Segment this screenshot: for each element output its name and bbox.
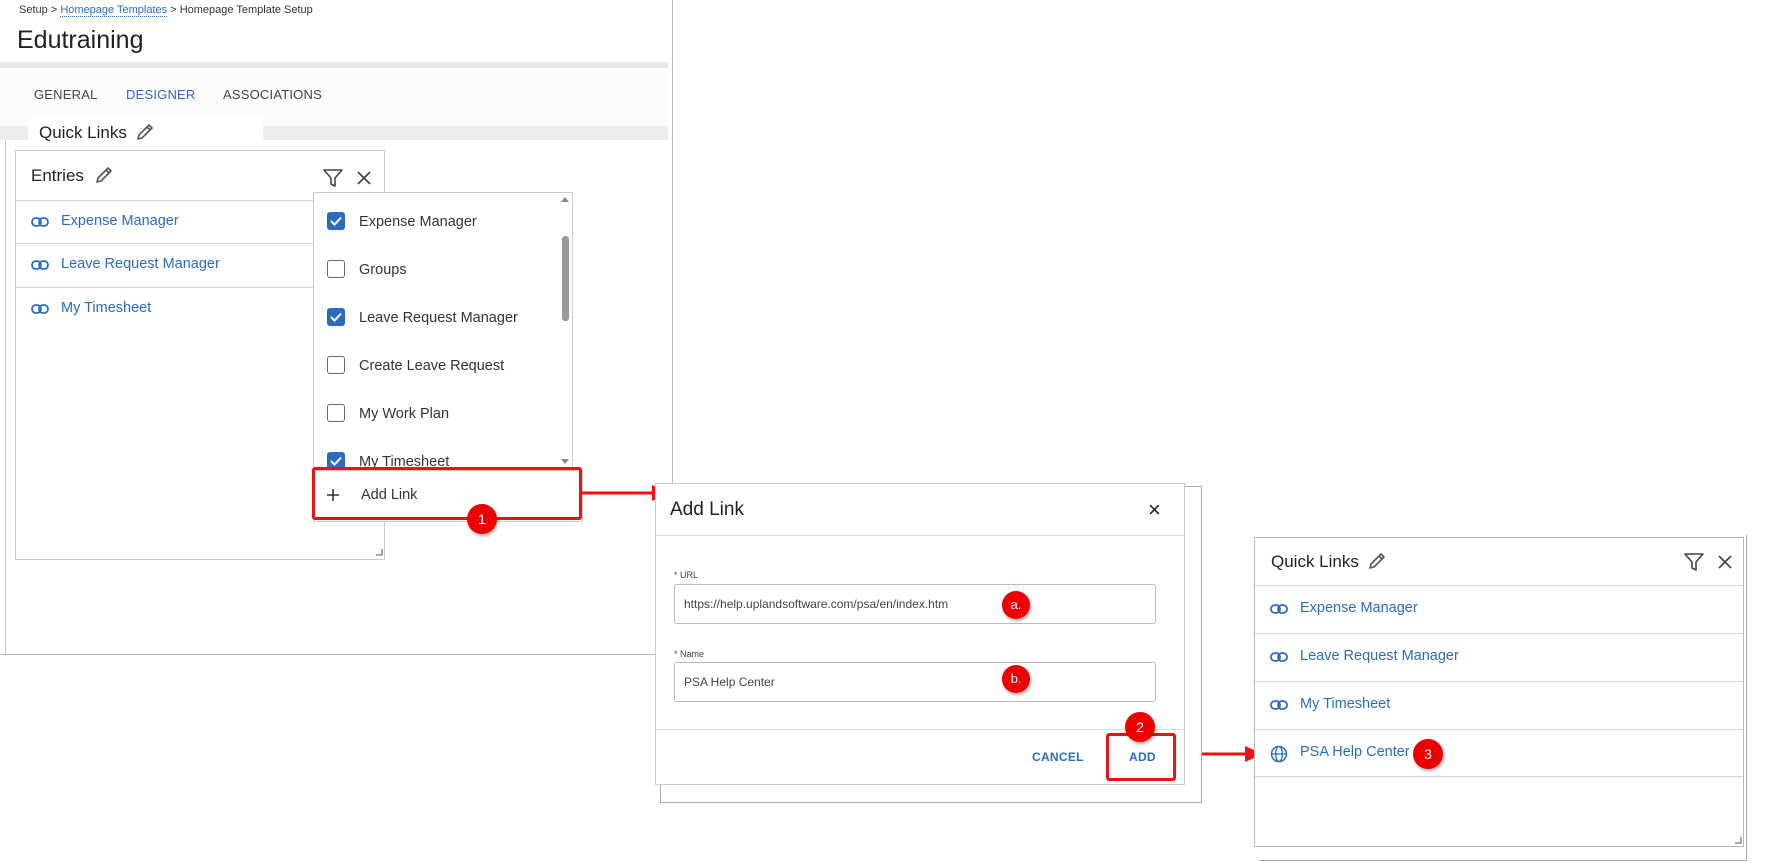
- filter-icon[interactable]: [1683, 551, 1705, 573]
- callout-badge-3: 3: [1413, 739, 1443, 769]
- link-icon: [1270, 700, 1288, 710]
- dialog-title: Add Link: [670, 499, 744, 520]
- quick-link-expense-manager[interactable]: Expense Manager: [1300, 600, 1418, 616]
- callout-badge-2: 2: [1125, 712, 1155, 742]
- close-icon[interactable]: [1716, 553, 1734, 571]
- callout-badge-b: b.: [1002, 665, 1030, 693]
- link-icon: [1270, 652, 1288, 662]
- edit-pencil-icon[interactable]: [1367, 551, 1387, 571]
- url-input[interactable]: https://help.uplandsoftware.com/psa/en/i…: [674, 584, 1156, 624]
- name-field-label: * Name: [674, 649, 705, 659]
- quick-links-widget-title: Quick Links: [1271, 552, 1359, 571]
- url-field-label: * URL: [674, 570, 699, 580]
- close-icon[interactable]: ×: [1148, 497, 1161, 523]
- dialog-divider: [656, 535, 1184, 536]
- name-input[interactable]: PSA Help Center: [674, 662, 1156, 702]
- dialog-footer-divider: [656, 729, 1184, 730]
- globe-icon: [1270, 745, 1288, 763]
- cancel-button[interactable]: CANCEL: [1032, 750, 1084, 764]
- quick-link-leave-request-manager[interactable]: Leave Request Manager: [1300, 648, 1459, 664]
- resize-handle-icon[interactable]: [1734, 836, 1742, 844]
- quick-link-psa-help-center[interactable]: PSA Help Center: [1300, 744, 1410, 760]
- row-divider: [1255, 776, 1743, 777]
- callout-badge-a: a.: [1002, 591, 1030, 619]
- link-icon: [1270, 604, 1288, 614]
- quick-link-my-timesheet[interactable]: My Timesheet: [1300, 696, 1390, 712]
